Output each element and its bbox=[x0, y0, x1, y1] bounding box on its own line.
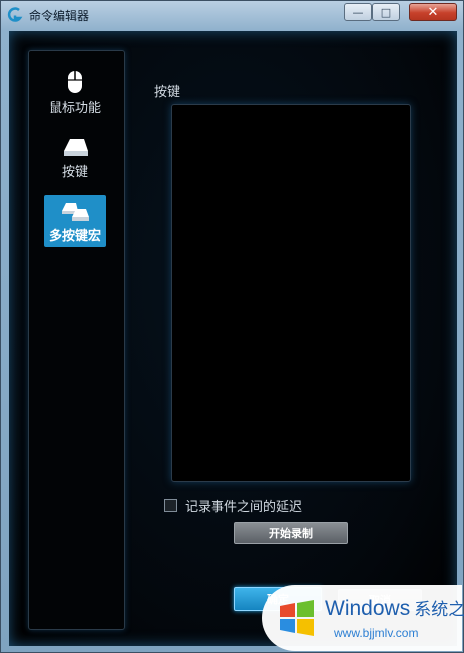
client-area: 鼠标功能 按键 多按键宏 按键 记录事件之间的延迟 开始录制 bbox=[9, 31, 457, 646]
sidebar-item-label: 鼠标功能 bbox=[48, 101, 101, 116]
watermark-url: www.bjjmlv.com bbox=[334, 626, 419, 640]
multi-key-icon bbox=[62, 203, 89, 221]
command-editor-window: 命令编辑器 — □ ✕ 鼠标功能 按键 多按键宏 按键 记录事件之间的延迟 开始… bbox=[0, 0, 464, 653]
sidebar: 鼠标功能 按键 多按键宏 bbox=[28, 50, 125, 630]
maximize-button[interactable]: □ bbox=[372, 3, 400, 21]
title-bar[interactable]: 命令编辑器 — □ ✕ bbox=[1, 1, 463, 29]
sidebar-item-label: 多按键宏 bbox=[48, 229, 101, 244]
start-recording-button[interactable]: 开始录制 bbox=[234, 522, 348, 544]
sidebar-item-label: 按键 bbox=[61, 165, 88, 180]
close-button[interactable]: ✕ bbox=[409, 3, 457, 21]
keystroke-list[interactable] bbox=[171, 104, 411, 482]
watermark-brand: Windows系统之家 bbox=[325, 597, 464, 620]
key-icon bbox=[64, 139, 88, 156]
record-delay-label: 记录事件之间的延迟 bbox=[185, 500, 303, 515]
record-delay-option[interactable]: 记录事件之间的延迟 bbox=[164, 496, 302, 515]
minimize-button[interactable]: — bbox=[344, 3, 372, 21]
windows-logo-icon bbox=[280, 600, 314, 636]
logitech-g-icon bbox=[7, 7, 23, 22]
window-title: 命令编辑器 bbox=[29, 9, 90, 23]
watermark: Windows系统之家 www.bjjmlv.com bbox=[262, 585, 464, 651]
sidebar-item-multi-key-macro[interactable]: 多按键宏 bbox=[44, 195, 106, 247]
sidebar-item-key[interactable]: 按键 bbox=[44, 131, 106, 183]
keys-section-label: 按键 bbox=[154, 85, 181, 100]
mouse-icon bbox=[68, 71, 82, 93]
sidebar-item-mouse-function[interactable]: 鼠标功能 bbox=[44, 67, 106, 119]
record-delay-checkbox[interactable] bbox=[164, 499, 177, 512]
